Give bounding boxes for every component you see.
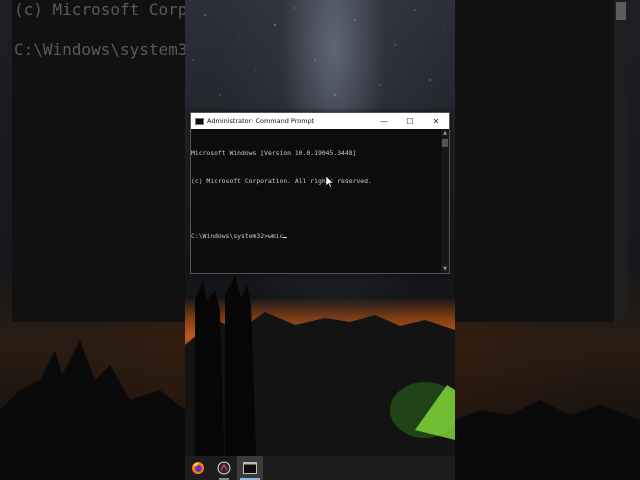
minimize-button[interactable]: —	[371, 113, 397, 129]
command-prompt-icon	[195, 117, 204, 125]
console-line: (c) Microsoft Corporation. All rights re…	[191, 177, 372, 185]
close-button[interactable]: ✕	[423, 113, 449, 129]
background-scrollbar	[614, 0, 628, 322]
background-console-line: (c) Microsoft Corpo	[14, 0, 198, 19]
scroll-down-icon[interactable]: ▼	[441, 265, 449, 273]
command-prompt-window[interactable]: Administrator: Command Prompt — ☐ ✕ Micr…	[190, 112, 450, 274]
console-output[interactable]: Microsoft Windows [Version 10.0.19045.34…	[191, 129, 443, 273]
console-command: C:\Windows\system32>wmic	[191, 232, 284, 241]
taskbar-app-button[interactable]	[211, 456, 237, 480]
command-prompt-icon	[243, 462, 257, 474]
window-title: Administrator: Command Prompt	[207, 117, 315, 125]
text-cursor	[283, 236, 288, 239]
firefox-icon	[192, 462, 204, 474]
maximize-button[interactable]: ☐	[397, 113, 423, 129]
taskbar-command-prompt-button[interactable]	[237, 456, 263, 480]
taskbar-firefox-button[interactable]	[185, 456, 211, 480]
background-console-line: C:\Windows\system3	[14, 40, 188, 59]
vertical-scrollbar[interactable]: ▲ ▼	[441, 129, 449, 273]
console-prompt-line: C:\Windows\system32>wmic	[191, 232, 443, 241]
taskbar	[185, 456, 455, 480]
app-icon	[217, 461, 231, 475]
console-line: Microsoft Windows [Version 10.0.19045.34…	[191, 149, 357, 158]
scrollbar-thumb[interactable]	[442, 139, 448, 147]
title-bar[interactable]: Administrator: Command Prompt — ☐ ✕	[191, 113, 449, 129]
scroll-up-icon[interactable]: ▲	[441, 129, 449, 137]
mouse-pointer-icon	[326, 176, 334, 188]
